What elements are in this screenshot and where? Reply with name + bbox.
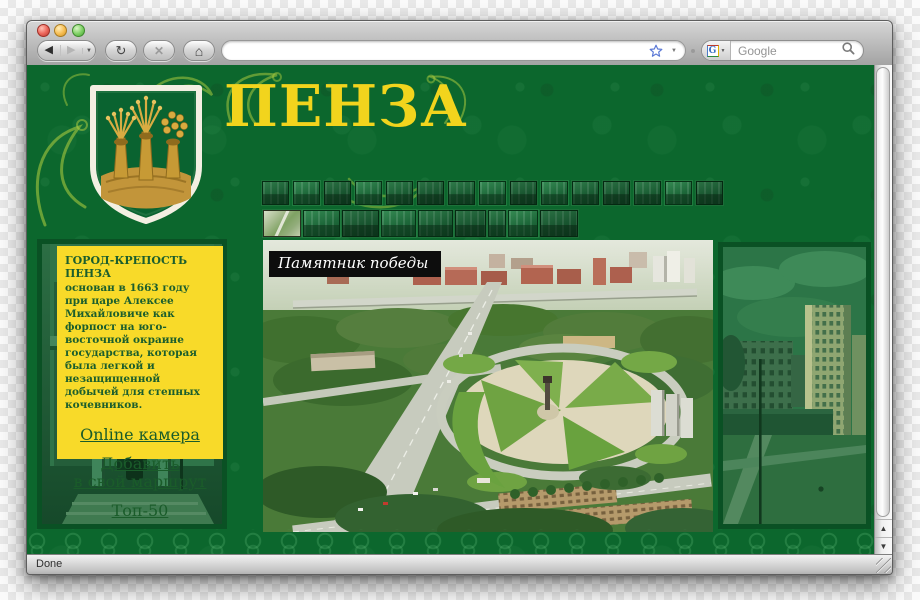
vertical-scrollbar[interactable]: ▲ ▼ xyxy=(874,65,892,557)
thumbnail[interactable] xyxy=(386,181,413,205)
thumbnail[interactable] xyxy=(572,181,599,205)
info-box-heading: ГОРОД-КРЕПОСТЬ ПЕНЗА xyxy=(65,254,188,280)
chevron-down-icon: ▼ xyxy=(720,47,726,54)
penza-page: ПЕНЗА Памятник победы ГОРОД-КРЕПОСТЬ ПЕН… xyxy=(27,65,876,557)
thumbnail[interactable] xyxy=(696,181,723,205)
google-logo-icon: G xyxy=(706,44,719,57)
thumbnail[interactable] xyxy=(293,181,320,205)
scrollbar-thumb[interactable] xyxy=(876,67,890,517)
address-dropdown[interactable]: ▼ xyxy=(671,48,677,54)
apartments-photo-image xyxy=(723,247,866,524)
thumbnail[interactable] xyxy=(303,210,340,237)
address-bar[interactable]: ▼ xyxy=(221,40,686,61)
thumbnail[interactable] xyxy=(603,181,630,205)
scroll-up-button[interactable]: ▲ xyxy=(875,519,892,538)
thumb-row-2 xyxy=(263,210,578,237)
back-forward-control: ◀ ▶ ▼ xyxy=(37,40,96,61)
thumbnail[interactable] xyxy=(342,210,379,237)
thumbnail[interactable] xyxy=(540,210,578,237)
viewport: ПЕНЗА Памятник победы ГОРОД-КРЕПОСТЬ ПЕН… xyxy=(27,65,892,557)
thumbnail-selected[interactable] xyxy=(263,210,301,237)
link-online-camera[interactable]: Online камера xyxy=(65,426,215,444)
thumbnail[interactable] xyxy=(541,181,568,205)
forward-button[interactable]: ▶ xyxy=(59,44,83,56)
thumbnail[interactable] xyxy=(418,210,453,237)
thumbnail[interactable] xyxy=(262,181,289,205)
photo-caption: Памятник победы xyxy=(269,251,442,277)
thumbnail[interactable] xyxy=(479,181,506,205)
resize-grip[interactable] xyxy=(876,558,891,573)
bookmark-star-icon[interactable] xyxy=(649,44,663,63)
info-box-links: Online камера Добавить в свой маршрут То… xyxy=(65,426,215,520)
search-placeholder: Google xyxy=(738,43,777,58)
link-add-to-route[interactable]: Добавить в свой маршрут xyxy=(65,455,215,491)
back-button[interactable]: ◀ xyxy=(38,45,60,56)
page-title: ПЕНЗА xyxy=(224,73,468,140)
link-top-50[interactable]: Топ-50 xyxy=(65,502,215,520)
toolbar-separator-dot xyxy=(691,49,695,53)
thumbnail[interactable] xyxy=(417,181,444,205)
search-icon[interactable] xyxy=(841,41,863,60)
aerial-photo-image xyxy=(245,240,741,552)
arrow-down-icon: ▼ xyxy=(879,542,888,551)
thumbnail[interactable] xyxy=(508,210,538,237)
thumbnail[interactable] xyxy=(510,181,537,205)
thumbnail[interactable] xyxy=(355,181,382,205)
main-photo[interactable]: Памятник победы xyxy=(245,240,741,552)
info-box: ГОРОД-КРЕПОСТЬ ПЕНЗА основан в 1663 году… xyxy=(57,246,223,520)
forward-icon: ▶ xyxy=(67,44,76,56)
minimize-window-button[interactable] xyxy=(54,24,67,37)
arrow-up-icon: ▲ xyxy=(879,524,888,533)
close-window-button[interactable] xyxy=(37,24,50,37)
info-box-body: основан в 1663 году при царе Алексее Мих… xyxy=(65,282,200,411)
status-bar: Done xyxy=(27,554,892,574)
stop-icon: ✕ xyxy=(153,43,165,58)
chevron-down-icon: ▼ xyxy=(86,47,92,54)
thumbnail[interactable] xyxy=(324,181,351,205)
thumbnail[interactable] xyxy=(665,181,692,205)
ornament-band xyxy=(27,529,876,557)
status-text: Done xyxy=(36,558,63,570)
thumbnail[interactable] xyxy=(448,181,475,205)
home-icon: ⌂ xyxy=(194,42,204,59)
browser-toolbar: ◀ ▶ ▼ ↻ ✕ ⌂ ▼ G ▼ Google xyxy=(27,21,892,66)
search-engine-button[interactable]: G ▼ xyxy=(702,41,731,60)
stop-button[interactable]: ✕ xyxy=(143,40,175,61)
chevron-down-icon: ▼ xyxy=(671,48,677,54)
reload-button[interactable]: ↻ xyxy=(105,40,137,61)
home-button[interactable]: ⌂ xyxy=(183,40,215,61)
back-icon: ◀ xyxy=(44,44,53,56)
history-dropdown[interactable]: ▼ xyxy=(82,47,95,54)
thumb-row-1 xyxy=(262,181,723,205)
side-photo-right xyxy=(718,242,871,529)
search-field[interactable]: G ▼ Google xyxy=(701,40,864,61)
penza-coat-of-arms xyxy=(90,85,202,224)
thumbnail[interactable] xyxy=(488,210,506,237)
reload-icon: ↻ xyxy=(115,43,127,58)
thumbnail[interactable] xyxy=(381,210,416,237)
zoom-window-button[interactable] xyxy=(72,24,85,37)
thumbnail[interactable] xyxy=(455,210,486,237)
thumbnail[interactable] xyxy=(634,181,661,205)
browser-window: ◀ ▶ ▼ ↻ ✕ ⌂ ▼ G ▼ Google ПЕНЗА Памятник … xyxy=(26,20,893,575)
